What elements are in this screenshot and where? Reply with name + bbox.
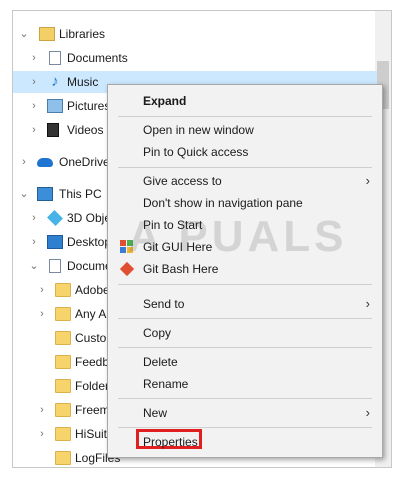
watermark: A PUALS [128, 212, 348, 261]
menu-item-send-to[interactable]: Send to › [108, 293, 382, 315]
submenu-arrow-icon: › [365, 405, 370, 420]
music-icon: ♪ [51, 73, 59, 90]
menu-item-delete[interactable]: Delete [108, 351, 382, 373]
folder-icon [55, 283, 71, 297]
tree-item-label: HiSuit [75, 427, 108, 441]
folder-icon [55, 451, 71, 465]
menu-item-label: Properties [143, 435, 198, 449]
chevron-right-icon[interactable]: › [19, 151, 29, 173]
chevron-right-icon[interactable]: › [29, 71, 39, 93]
chevron-down-icon[interactable]: ⌄ [19, 183, 29, 205]
git-bash-icon [119, 261, 135, 277]
folder-icon [55, 403, 71, 417]
menu-item-label: Copy [143, 326, 172, 340]
menu-separator [118, 347, 372, 348]
submenu-arrow-icon: › [365, 173, 370, 188]
menu-separator [118, 427, 372, 428]
submenu-arrow-icon: › [365, 296, 370, 311]
tree-item-label: Desktop [67, 235, 112, 249]
chevron-right-icon[interactable]: › [29, 207, 39, 229]
tree-item-label: This PC [59, 187, 102, 201]
menu-separator [118, 398, 372, 399]
menu-item-rename[interactable]: Rename [108, 373, 382, 395]
desktop-icon [47, 235, 63, 249]
tree-item-label: Documents [67, 51, 128, 65]
context-menu: Expand Open in new window Pin to Quick a… [107, 84, 383, 458]
tree-item-label: Music [67, 75, 99, 89]
tree-item-documents[interactable]: › Documents [13, 47, 377, 69]
folder-icon [55, 331, 71, 345]
menu-item-properties[interactable]: Properties [108, 429, 382, 453]
menu-separator [118, 167, 372, 168]
chevron-right-icon[interactable]: › [37, 303, 47, 325]
chevron-down-icon[interactable]: ⌄ [29, 255, 39, 277]
tree-item-label: Folder [75, 379, 110, 393]
tree-item-label: Freem [75, 403, 110, 417]
folder-icon [55, 307, 71, 321]
chevron-right-icon[interactable]: › [37, 423, 47, 445]
tree-item-label: Adobe [75, 283, 110, 297]
menu-item-new[interactable]: New › [108, 402, 382, 424]
tree-item-label: Custo [75, 331, 107, 345]
menu-item-label: Pin to Quick access [143, 145, 249, 159]
chevron-right-icon[interactable]: › [29, 47, 39, 69]
tree-item-label: 3D Obje [67, 211, 112, 225]
menu-item-copy[interactable]: Copy [108, 322, 382, 344]
menu-item-label: Don't show in navigation pane [143, 196, 303, 210]
documents-icon [49, 51, 61, 65]
folder-icon [55, 379, 71, 393]
menu-item-give-access[interactable]: Give access to › [108, 170, 382, 192]
library-icon [39, 27, 55, 41]
chevron-right-icon[interactable]: › [29, 231, 39, 253]
folder-icon [55, 427, 71, 441]
menu-item-label: Delete [143, 355, 178, 369]
menu-item-expand[interactable]: Expand [108, 90, 382, 112]
menu-item-label: Give access to [143, 174, 222, 188]
chevron-down-icon[interactable]: ⌄ [19, 23, 29, 45]
menu-separator [118, 284, 372, 285]
chevron-right-icon[interactable]: › [29, 95, 39, 117]
menu-separator [118, 116, 372, 117]
pictures-icon [47, 99, 63, 113]
3d-objects-icon [47, 210, 63, 226]
documents-folder-icon [49, 259, 61, 273]
menu-item-label: New [143, 406, 168, 420]
chevron-right-icon[interactable]: › [37, 399, 47, 421]
menu-item-pin-quick-access[interactable]: Pin to Quick access [108, 141, 382, 163]
tree-item-label: Docume [67, 259, 112, 273]
videos-icon [47, 123, 59, 137]
menu-item-label: Open in new window [143, 123, 254, 137]
tree-item-label: OneDrive [59, 155, 110, 169]
menu-item-label: Expand [143, 94, 187, 108]
menu-item-label: Rename [143, 377, 189, 391]
tree-item-label: Feedb [75, 355, 110, 369]
this-pc-icon [37, 187, 53, 201]
onedrive-icon [37, 158, 53, 167]
tree-item-libraries[interactable]: ⌄ Libraries [13, 23, 377, 45]
tree-item-label: Pictures [67, 99, 111, 113]
folder-icon [55, 355, 71, 369]
tree-item-label: Libraries [59, 27, 106, 41]
chevron-right-icon[interactable]: › [29, 119, 39, 141]
chevron-right-icon[interactable]: › [37, 279, 47, 301]
menu-item-open-new-window[interactable]: Open in new window [108, 119, 382, 141]
menu-item-dont-show-nav[interactable]: Don't show in navigation pane [108, 192, 382, 214]
menu-separator [118, 318, 372, 319]
tree-item-label: Any A [75, 307, 107, 321]
menu-item-label: Send to [143, 297, 185, 311]
tree-item-label: Videos [67, 123, 104, 137]
